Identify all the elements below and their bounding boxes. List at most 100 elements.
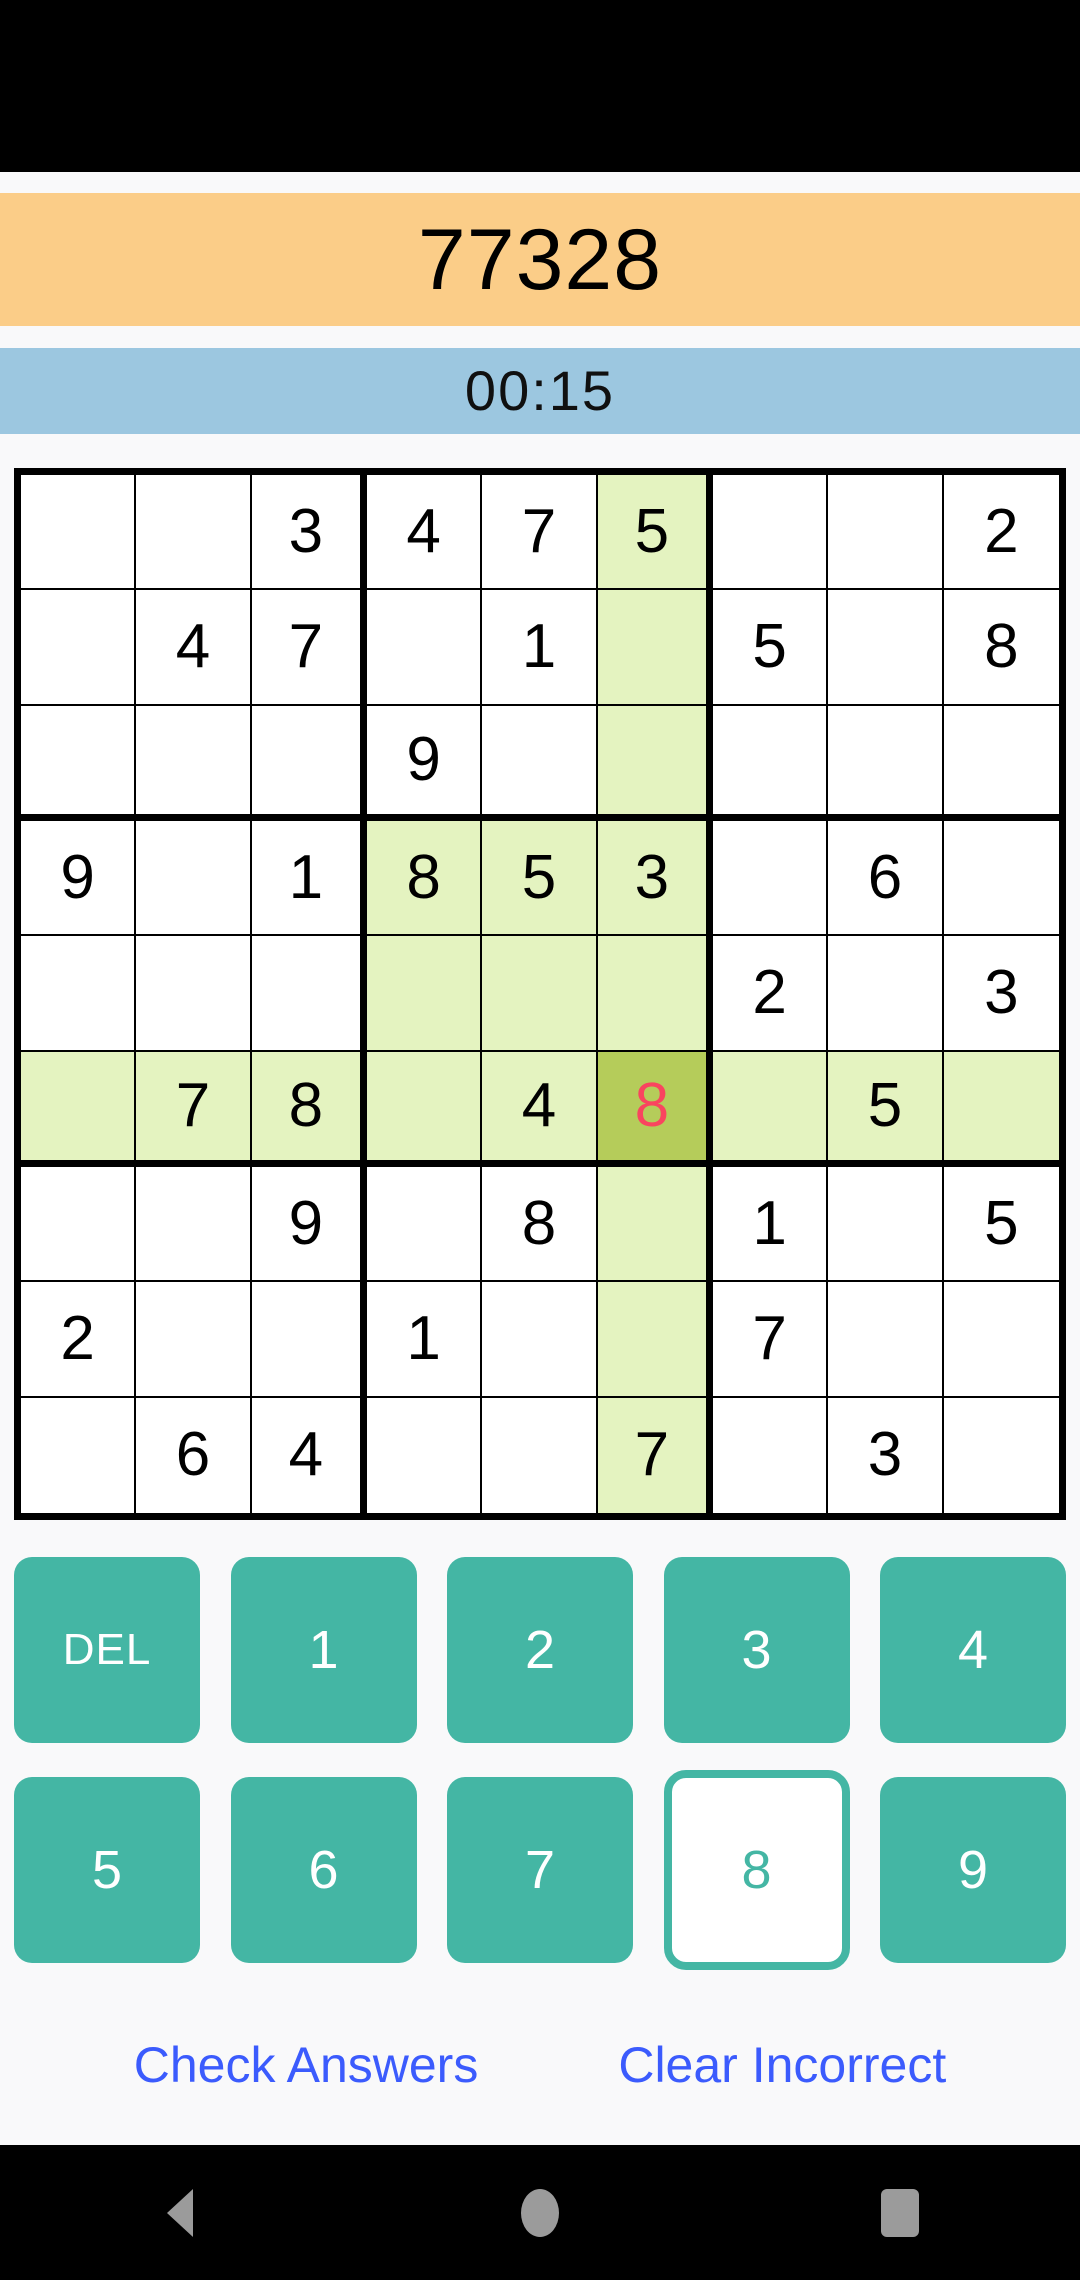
cell-r4c7[interactable]	[713, 821, 829, 937]
cell-r3c5[interactable]	[482, 705, 598, 821]
cell-r2c4[interactable]	[367, 590, 483, 706]
cell-r4c4[interactable]: 8	[367, 821, 483, 937]
cell-r4c6[interactable]: 3	[597, 821, 713, 937]
cell-r7c1[interactable]	[21, 1167, 137, 1283]
cell-r6c8[interactable]: 5	[828, 1051, 944, 1167]
cell-r5c5[interactable]	[482, 936, 598, 1052]
cell-r4c9[interactable]	[943, 821, 1059, 937]
cell-r3c8[interactable]	[828, 705, 944, 821]
cell-r6c1[interactable]	[21, 1051, 137, 1167]
key-6[interactable]: 6	[230, 1777, 417, 1963]
cell-r3c9[interactable]	[943, 705, 1059, 821]
cell-r2c2[interactable]: 4	[136, 590, 252, 706]
key-7[interactable]: 7	[447, 1777, 633, 1963]
key-3[interactable]: 3	[663, 1557, 850, 1743]
cell-r9c1[interactable]	[21, 1397, 137, 1513]
cell-r1c2[interactable]	[136, 475, 252, 591]
cell-r4c2[interactable]	[136, 821, 252, 937]
key-5[interactable]: 5	[14, 1777, 200, 1963]
cell-r6c2[interactable]: 7	[136, 1051, 252, 1167]
cell-r1c7[interactable]	[713, 475, 829, 591]
cell-r7c9[interactable]: 5	[943, 1167, 1059, 1283]
cell-r6c6[interactable]: 8	[597, 1051, 713, 1167]
key-2[interactable]: 2	[447, 1557, 633, 1743]
cell-r6c5[interactable]: 4	[482, 1051, 598, 1167]
cell-r2c9[interactable]: 8	[943, 590, 1059, 706]
cell-r1c8[interactable]	[828, 475, 944, 591]
cell-r5c3[interactable]	[251, 936, 367, 1052]
cell-r9c4[interactable]	[367, 1397, 483, 1513]
key-del[interactable]: DEL	[14, 1557, 200, 1743]
cell-r7c5[interactable]: 8	[482, 1167, 598, 1283]
cell-r5c9[interactable]: 3	[943, 936, 1059, 1052]
cell-r4c8[interactable]: 6	[828, 821, 944, 937]
cell-r9c9[interactable]	[943, 1397, 1059, 1513]
cell-r7c6[interactable]	[597, 1167, 713, 1283]
key-4[interactable]: 4	[880, 1557, 1066, 1743]
cell-r6c7[interactable]	[713, 1051, 829, 1167]
sudoku-board[interactable]: 34752471589918536237848598152176473	[14, 468, 1066, 1520]
keypad-row-2: 56789	[14, 1770, 1066, 1970]
cell-r3c7[interactable]	[713, 705, 829, 821]
cell-r9c6[interactable]: 7	[597, 1397, 713, 1513]
cell-r9c7[interactable]	[713, 1397, 829, 1513]
cell-r8c9[interactable]	[943, 1282, 1059, 1398]
cell-r8c5[interactable]	[482, 1282, 598, 1398]
keypad-row-1: DEL 1 2 3 4	[14, 1550, 1066, 1750]
cell-r7c4[interactable]	[367, 1167, 483, 1283]
cell-r8c1[interactable]: 2	[21, 1282, 137, 1398]
cell-r3c3[interactable]	[251, 705, 367, 821]
cell-r6c3[interactable]: 8	[251, 1051, 367, 1167]
cell-r7c7[interactable]: 1	[713, 1167, 829, 1283]
cell-r5c4[interactable]	[367, 936, 483, 1052]
key-1[interactable]: 1	[230, 1557, 417, 1743]
cell-r1c5[interactable]: 7	[482, 475, 598, 591]
cell-r8c2[interactable]	[136, 1282, 252, 1398]
cell-r6c9[interactable]	[943, 1051, 1059, 1167]
cell-r2c8[interactable]	[828, 590, 944, 706]
cell-r4c3[interactable]: 1	[251, 821, 367, 937]
status-bar	[0, 0, 1080, 172]
cell-r6c4[interactable]	[367, 1051, 483, 1167]
cell-r1c4[interactable]: 4	[367, 475, 483, 591]
cell-r7c8[interactable]	[828, 1167, 944, 1283]
cell-r5c2[interactable]	[136, 936, 252, 1052]
cell-r8c8[interactable]	[828, 1282, 944, 1398]
nav-home-button[interactable]	[475, 2145, 605, 2280]
check-answers-button[interactable]: Check Answers	[134, 2040, 479, 2090]
cell-r1c3[interactable]: 3	[251, 475, 367, 591]
cell-r2c7[interactable]: 5	[713, 590, 829, 706]
cell-r1c9[interactable]: 2	[943, 475, 1059, 591]
key-9[interactable]: 9	[880, 1777, 1066, 1963]
cell-r5c1[interactable]	[21, 936, 137, 1052]
cell-r8c4[interactable]: 1	[367, 1282, 483, 1398]
cell-r8c6[interactable]	[597, 1282, 713, 1398]
cell-r8c7[interactable]: 7	[713, 1282, 829, 1398]
cell-r7c3[interactable]: 9	[251, 1167, 367, 1283]
cell-r5c6[interactable]	[597, 936, 713, 1052]
cell-r3c6[interactable]	[597, 705, 713, 821]
cell-r9c5[interactable]	[482, 1397, 598, 1513]
cell-r4c5[interactable]: 5	[482, 821, 598, 937]
cell-r2c6[interactable]	[597, 590, 713, 706]
cell-r9c3[interactable]: 4	[251, 1397, 367, 1513]
cell-r2c5[interactable]: 1	[482, 590, 598, 706]
cell-r3c2[interactable]	[136, 705, 252, 821]
cell-r2c1[interactable]	[21, 590, 137, 706]
key-8[interactable]: 8	[663, 1770, 850, 1970]
cell-r9c8[interactable]: 3	[828, 1397, 944, 1513]
cell-r3c4[interactable]: 9	[367, 705, 483, 821]
cell-r1c6[interactable]: 5	[597, 475, 713, 591]
cell-r2c3[interactable]: 7	[251, 590, 367, 706]
cell-r7c2[interactable]	[136, 1167, 252, 1283]
cell-r1c1[interactable]	[21, 475, 137, 591]
cell-r5c8[interactable]	[828, 936, 944, 1052]
cell-r3c1[interactable]	[21, 705, 137, 821]
clear-incorrect-button[interactable]: Clear Incorrect	[618, 2040, 946, 2090]
nav-recents-button[interactable]	[835, 2145, 965, 2280]
cell-r4c1[interactable]: 9	[21, 821, 137, 937]
cell-r5c7[interactable]: 2	[713, 936, 829, 1052]
cell-r9c2[interactable]: 6	[136, 1397, 252, 1513]
nav-back-button[interactable]	[115, 2145, 245, 2280]
cell-r8c3[interactable]	[251, 1282, 367, 1398]
